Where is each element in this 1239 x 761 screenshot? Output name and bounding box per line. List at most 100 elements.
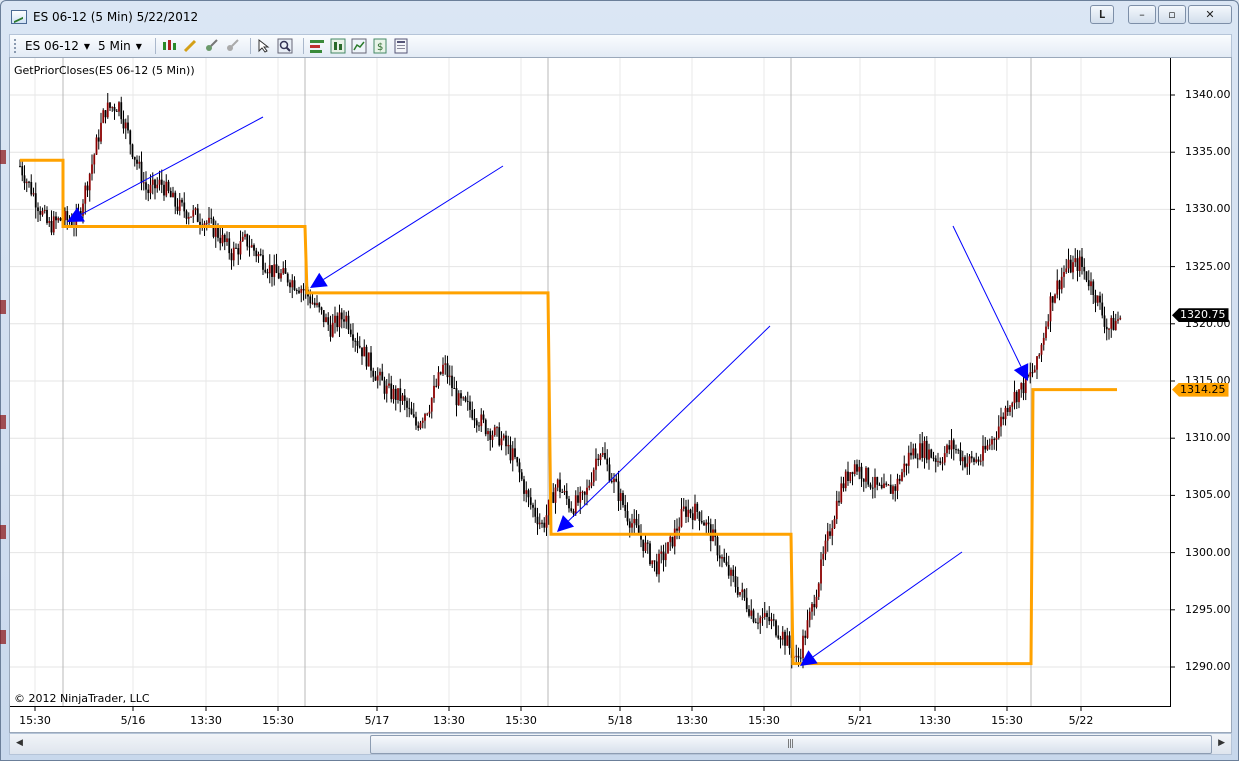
candle-body xyxy=(950,440,953,450)
candle-body xyxy=(50,221,53,233)
candle-body xyxy=(1011,403,1014,407)
candle-body xyxy=(826,531,829,541)
magnet-icon[interactable] xyxy=(203,38,219,54)
candle-body xyxy=(1040,344,1043,355)
candle-body xyxy=(192,210,195,217)
candle-body xyxy=(658,553,660,575)
candle-body xyxy=(43,210,46,212)
candle-body xyxy=(455,388,458,406)
price-chart[interactable]: GetPriorCloses(ES 06-12 (5 Min)) © 2012 … xyxy=(9,57,1232,733)
candle-body xyxy=(313,302,316,306)
x-tick-label: 15:30 xyxy=(262,714,294,727)
chart-style-icon[interactable] xyxy=(351,38,367,54)
instrument-label: ES 06-12 xyxy=(25,39,79,53)
candle-body xyxy=(781,631,784,640)
candle-body xyxy=(147,189,150,194)
properties-icon[interactable] xyxy=(393,38,409,54)
toolbar-grip[interactable] xyxy=(14,39,19,53)
candle-body xyxy=(529,497,532,505)
candle-body xyxy=(471,409,474,419)
minimize-button[interactable]: – xyxy=(1128,5,1156,24)
candle-body xyxy=(280,273,282,279)
candle-body xyxy=(795,655,798,657)
instrument-selector[interactable]: ES 06-12 ▼ xyxy=(25,39,90,53)
candle-body xyxy=(604,452,606,459)
candle-body xyxy=(703,522,705,526)
candle-body xyxy=(1117,319,1119,321)
indicators-icon[interactable] xyxy=(309,38,325,54)
close-button[interactable]: ✕ xyxy=(1188,5,1232,24)
candle-body xyxy=(941,462,944,464)
edge-marker xyxy=(0,150,6,164)
link-button[interactable]: L xyxy=(1090,5,1114,24)
candle-body xyxy=(442,364,444,374)
chart-canvas[interactable] xyxy=(10,58,1231,732)
pencil-icon[interactable] xyxy=(182,38,198,54)
candle-body xyxy=(1031,372,1034,374)
candle-body xyxy=(334,315,336,323)
candle-body xyxy=(291,280,294,288)
candle-body xyxy=(399,388,402,401)
candle-body xyxy=(698,511,701,522)
candle-body xyxy=(205,222,208,224)
candle-body xyxy=(46,210,48,223)
interval-selector[interactable]: 5 Min ▼ xyxy=(98,39,142,53)
candle-body xyxy=(1042,337,1045,345)
candle-body xyxy=(327,317,330,325)
candle-body xyxy=(752,610,755,622)
candle-body xyxy=(914,448,917,459)
horizontal-scrollbar[interactable]: ◀ ||| ▶ xyxy=(9,733,1232,755)
candle-body xyxy=(23,175,26,184)
zoom-icon[interactable] xyxy=(277,38,293,54)
candle-body xyxy=(599,454,602,460)
strategies-icon[interactable] xyxy=(330,38,346,54)
scroll-thumb[interactable]: ||| xyxy=(370,735,1212,754)
candle-body xyxy=(541,522,543,524)
candle-body xyxy=(221,234,224,244)
candle-body xyxy=(802,635,804,659)
candle-body xyxy=(770,619,773,622)
candle-body xyxy=(786,635,789,646)
maximize-button[interactable]: ▫ xyxy=(1158,5,1186,24)
candle-body xyxy=(235,247,237,249)
candle-body xyxy=(525,490,528,494)
candle-body xyxy=(943,453,946,463)
candle-body xyxy=(446,363,449,378)
x-tick-label: 13:30 xyxy=(433,714,465,727)
candle-body xyxy=(257,254,260,257)
candle-body xyxy=(122,119,125,129)
candle-body xyxy=(514,448,516,458)
candle-body xyxy=(739,592,741,595)
candle-body xyxy=(340,312,343,320)
candle-body xyxy=(1063,271,1065,277)
candle-body xyxy=(532,504,534,508)
candle-body xyxy=(385,385,388,394)
scroll-right-icon[interactable]: ▶ xyxy=(1218,738,1225,748)
candle-body xyxy=(606,458,609,465)
crosshair-icon[interactable] xyxy=(224,38,240,54)
x-axis-line xyxy=(10,706,1171,707)
candle-body xyxy=(518,462,521,473)
scroll-left-icon[interactable]: ◀ xyxy=(16,738,23,748)
candle-body xyxy=(615,478,618,482)
candle-body xyxy=(500,438,503,446)
candle-body xyxy=(118,102,120,112)
candle-body xyxy=(887,484,890,486)
bar-type-icon[interactable] xyxy=(161,38,177,54)
candle-body xyxy=(230,253,233,261)
pointer-icon[interactable] xyxy=(256,38,272,54)
candle-body xyxy=(1020,382,1023,390)
candle-body xyxy=(1015,391,1018,403)
title-bar[interactable]: ES 06-12 (5 Min) 5/22/2012 L – ▫ ✕ xyxy=(1,1,1238,33)
candle-body xyxy=(66,211,69,221)
candle-body xyxy=(475,420,478,426)
candle-body xyxy=(473,418,476,421)
candle-body xyxy=(516,457,519,463)
candle-body xyxy=(250,245,253,248)
candle-body xyxy=(905,463,908,466)
candle-body xyxy=(433,385,435,399)
data-box-icon[interactable]: $ xyxy=(372,38,388,54)
candle-body xyxy=(1105,326,1108,330)
candle-body xyxy=(1009,406,1011,412)
candle-body xyxy=(808,611,811,621)
